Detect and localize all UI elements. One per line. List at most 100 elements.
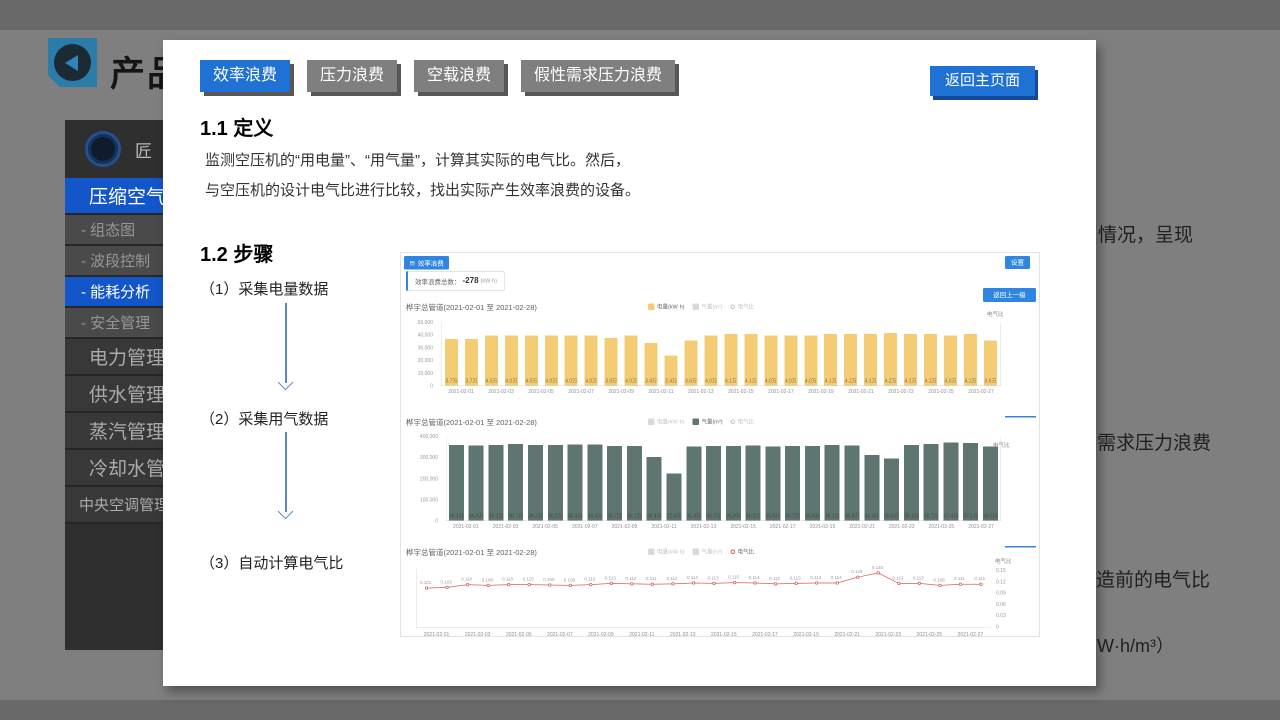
point-label: 0.112	[666, 576, 677, 581]
sidebar-item-steam-mgmt[interactable]: 蒸汽管理	[65, 413, 163, 450]
chart-legend: 电量(kW·h) 气量(m³) 电气比	[401, 418, 1001, 426]
tab-efficiency-waste[interactable]: 效率浪费	[200, 60, 290, 92]
definition-text: 监测空压机的“用电量”、“用气量”，计算其实际的电气比。然后， 与空压机的设计电…	[205, 146, 640, 206]
bar: 37.4万	[943, 443, 958, 521]
right-axis-label: 电气比	[995, 557, 1012, 565]
chart-legend: 电量(kW·h) 气量(m³) 电气比	[401, 303, 1001, 311]
bar: 3.6万	[685, 341, 698, 386]
company-logo-text: 匠	[135, 137, 152, 162]
sidebar-item-compressed-air[interactable]: 压缩空气	[65, 178, 163, 215]
bar: 4.0万	[565, 336, 578, 386]
screenshot-header-badge[interactable]: ▤ 效率浪费	[404, 256, 449, 270]
bar: 35.4万	[686, 447, 701, 521]
bar: 3.4万	[645, 343, 658, 386]
electricity-bar-chart: 桦宇总管道(2021-02-01 至 2021-02-28) 电量(kW·h) 气…	[401, 253, 1040, 637]
legend-item[interactable]: 电气比	[731, 418, 755, 426]
plot-area: 3.7万3.7万4.0万4.0万4.0万4.0万4.0万4.0万3.8万4.0万…	[441, 323, 1001, 386]
bar: 36.1万	[825, 445, 840, 521]
y-axis-ticks: 50,00040,00030,00020,00010,0000	[401, 320, 437, 389]
sidebar-item-water-supply-mgmt[interactable]: 供水管理	[65, 376, 163, 413]
stat-unit: (kW·h)	[481, 278, 498, 284]
bar: 4.0万	[525, 336, 538, 386]
down-arrow-icon	[277, 432, 293, 518]
point-label: 0.111	[975, 576, 986, 581]
bar: 36.4万	[568, 445, 583, 521]
point-label: 0.129	[851, 569, 862, 574]
tab-idle-waste[interactable]: 空载浪费	[414, 60, 504, 92]
return-home-button[interactable]: 返回主页面	[930, 66, 1035, 96]
bar: 36.2万	[548, 445, 563, 521]
point-label: 0.115	[728, 575, 739, 580]
bar: 30.4万	[647, 457, 662, 521]
bar: 4.0万	[784, 336, 797, 386]
plot-area: 0.1010.1030.1100.1080.1100.1100.1090.108…	[416, 569, 991, 628]
company-logo-icon	[85, 131, 121, 167]
settings-button[interactable]: 设置	[1005, 256, 1030, 269]
chart-title: 桦宇总管道(2021-02-01 至 2021-02-28)	[406, 302, 537, 313]
bar: 37.1万	[963, 443, 978, 521]
left-triangle-icon	[65, 55, 78, 71]
content-panel: 效率浪费 压力浪费 空载浪费 假性需求压力浪费 返回主页面 1.1 定义 监测空…	[163, 40, 1096, 686]
clipped-button-decoration	[1005, 546, 1036, 548]
bar: 4.0万	[585, 336, 598, 386]
legend-item[interactable]: 气量(m³)	[692, 418, 722, 426]
legend-item[interactable]: 电量(kW·h)	[648, 548, 685, 556]
bar: 35.5万	[983, 447, 998, 521]
bar: 36.0万	[746, 446, 761, 521]
bar: 31.4万	[864, 455, 879, 521]
tab-pressure-waste[interactable]: 压力浪费	[307, 60, 397, 92]
point-label: 0.103	[441, 579, 452, 584]
legend-item[interactable]: 气量(m³)	[692, 303, 722, 311]
point-label: 0.113	[892, 575, 903, 580]
legend-item[interactable]: 电气比	[731, 303, 755, 311]
point-label: 0.110	[461, 577, 472, 582]
bar: 35.5万	[765, 447, 780, 521]
bar: 22.5万	[666, 474, 681, 521]
sidebar-item-config-diagram[interactable]: - 组态图	[65, 215, 163, 246]
bar: 35.7万	[627, 446, 642, 521]
bar: 36.0万	[469, 446, 484, 521]
ratio-line-chart: 桦宇总管道(2021-02-01 至 2021-02-28) 电量(kW·h) 气…	[401, 253, 1040, 637]
legend-item[interactable]: 电气比	[731, 548, 755, 556]
bar: 4.1万	[724, 334, 737, 386]
sidebar-item-safety-mgmt[interactable]: - 安全管理	[65, 308, 163, 339]
bar: 4.0万	[505, 336, 518, 386]
bar: 35.7万	[785, 446, 800, 521]
legend-item[interactable]: 电量(kW·h)	[648, 303, 685, 311]
legend-item[interactable]: 电量(kW·h)	[648, 418, 685, 426]
point-label: 0.101	[420, 580, 431, 585]
bar: 36.7万	[924, 444, 939, 521]
bar: 3.7万	[445, 339, 458, 386]
point-label: 0.112	[769, 576, 780, 581]
definition-title: 1.1 定义	[200, 112, 273, 141]
bar: 4.0万	[704, 336, 717, 386]
back-arrow-icon[interactable]	[48, 38, 97, 87]
clipped-button-decoration	[1005, 416, 1036, 418]
point-label: 0.110	[523, 577, 534, 582]
software-screenshot: ▤ 效率浪费 设置 效率浪费总数： -278 (kW·h) 返回上一级 桦宇总管…	[400, 252, 1040, 637]
point-label: 0.112	[625, 576, 636, 581]
bar: 4.0万	[764, 336, 777, 386]
x-axis-ticks: 2021-02-012021-02-032021-02-052021-02-07…	[446, 524, 1001, 530]
legend-item[interactable]: 气量(m³)	[692, 548, 722, 556]
bottom-letterbox	[0, 700, 1280, 720]
sidebar-item-cooling-water-mgmt[interactable]: 冷却水管理	[65, 450, 163, 487]
tab-false-demand-pressure-waste[interactable]: 假性需求压力浪费	[521, 60, 675, 92]
point-label: 0.140	[872, 565, 883, 570]
chart-title: 桦宇总管道(2021-02-01 至 2021-02-28)	[406, 417, 537, 428]
right-y-axis-ticks: 0.150.120.090.060.030	[996, 568, 1006, 630]
bar: 36.1万	[449, 445, 464, 521]
point-label: 0.114	[687, 575, 698, 580]
sidebar-item-hvac-mgmt[interactable]: 中央空调管理	[65, 487, 163, 524]
sidebar-item-power-mgmt[interactable]: 电力管理	[65, 339, 163, 376]
bar: 4.0万	[485, 336, 498, 386]
point-label: 0.113	[708, 575, 719, 580]
steps-title: 1.2 步骤	[200, 238, 273, 267]
bar: 4.0万	[625, 336, 638, 386]
definition-line-1: 监测空压机的“用电量”、“用气量”，计算其实际的电气比。然后，	[205, 146, 640, 176]
sidebar: 匠 压缩空气 - 组态图 - 波段控制 - 能耗分析 - 安全管理 电力管理 供…	[65, 120, 163, 650]
sidebar-item-energy-analysis[interactable]: - 能耗分析	[65, 277, 163, 308]
bar: 4.0万	[545, 336, 558, 386]
sidebar-item-band-control[interactable]: - 波段控制	[65, 246, 163, 277]
back-to-previous-button[interactable]: 返回上一级	[983, 288, 1036, 302]
